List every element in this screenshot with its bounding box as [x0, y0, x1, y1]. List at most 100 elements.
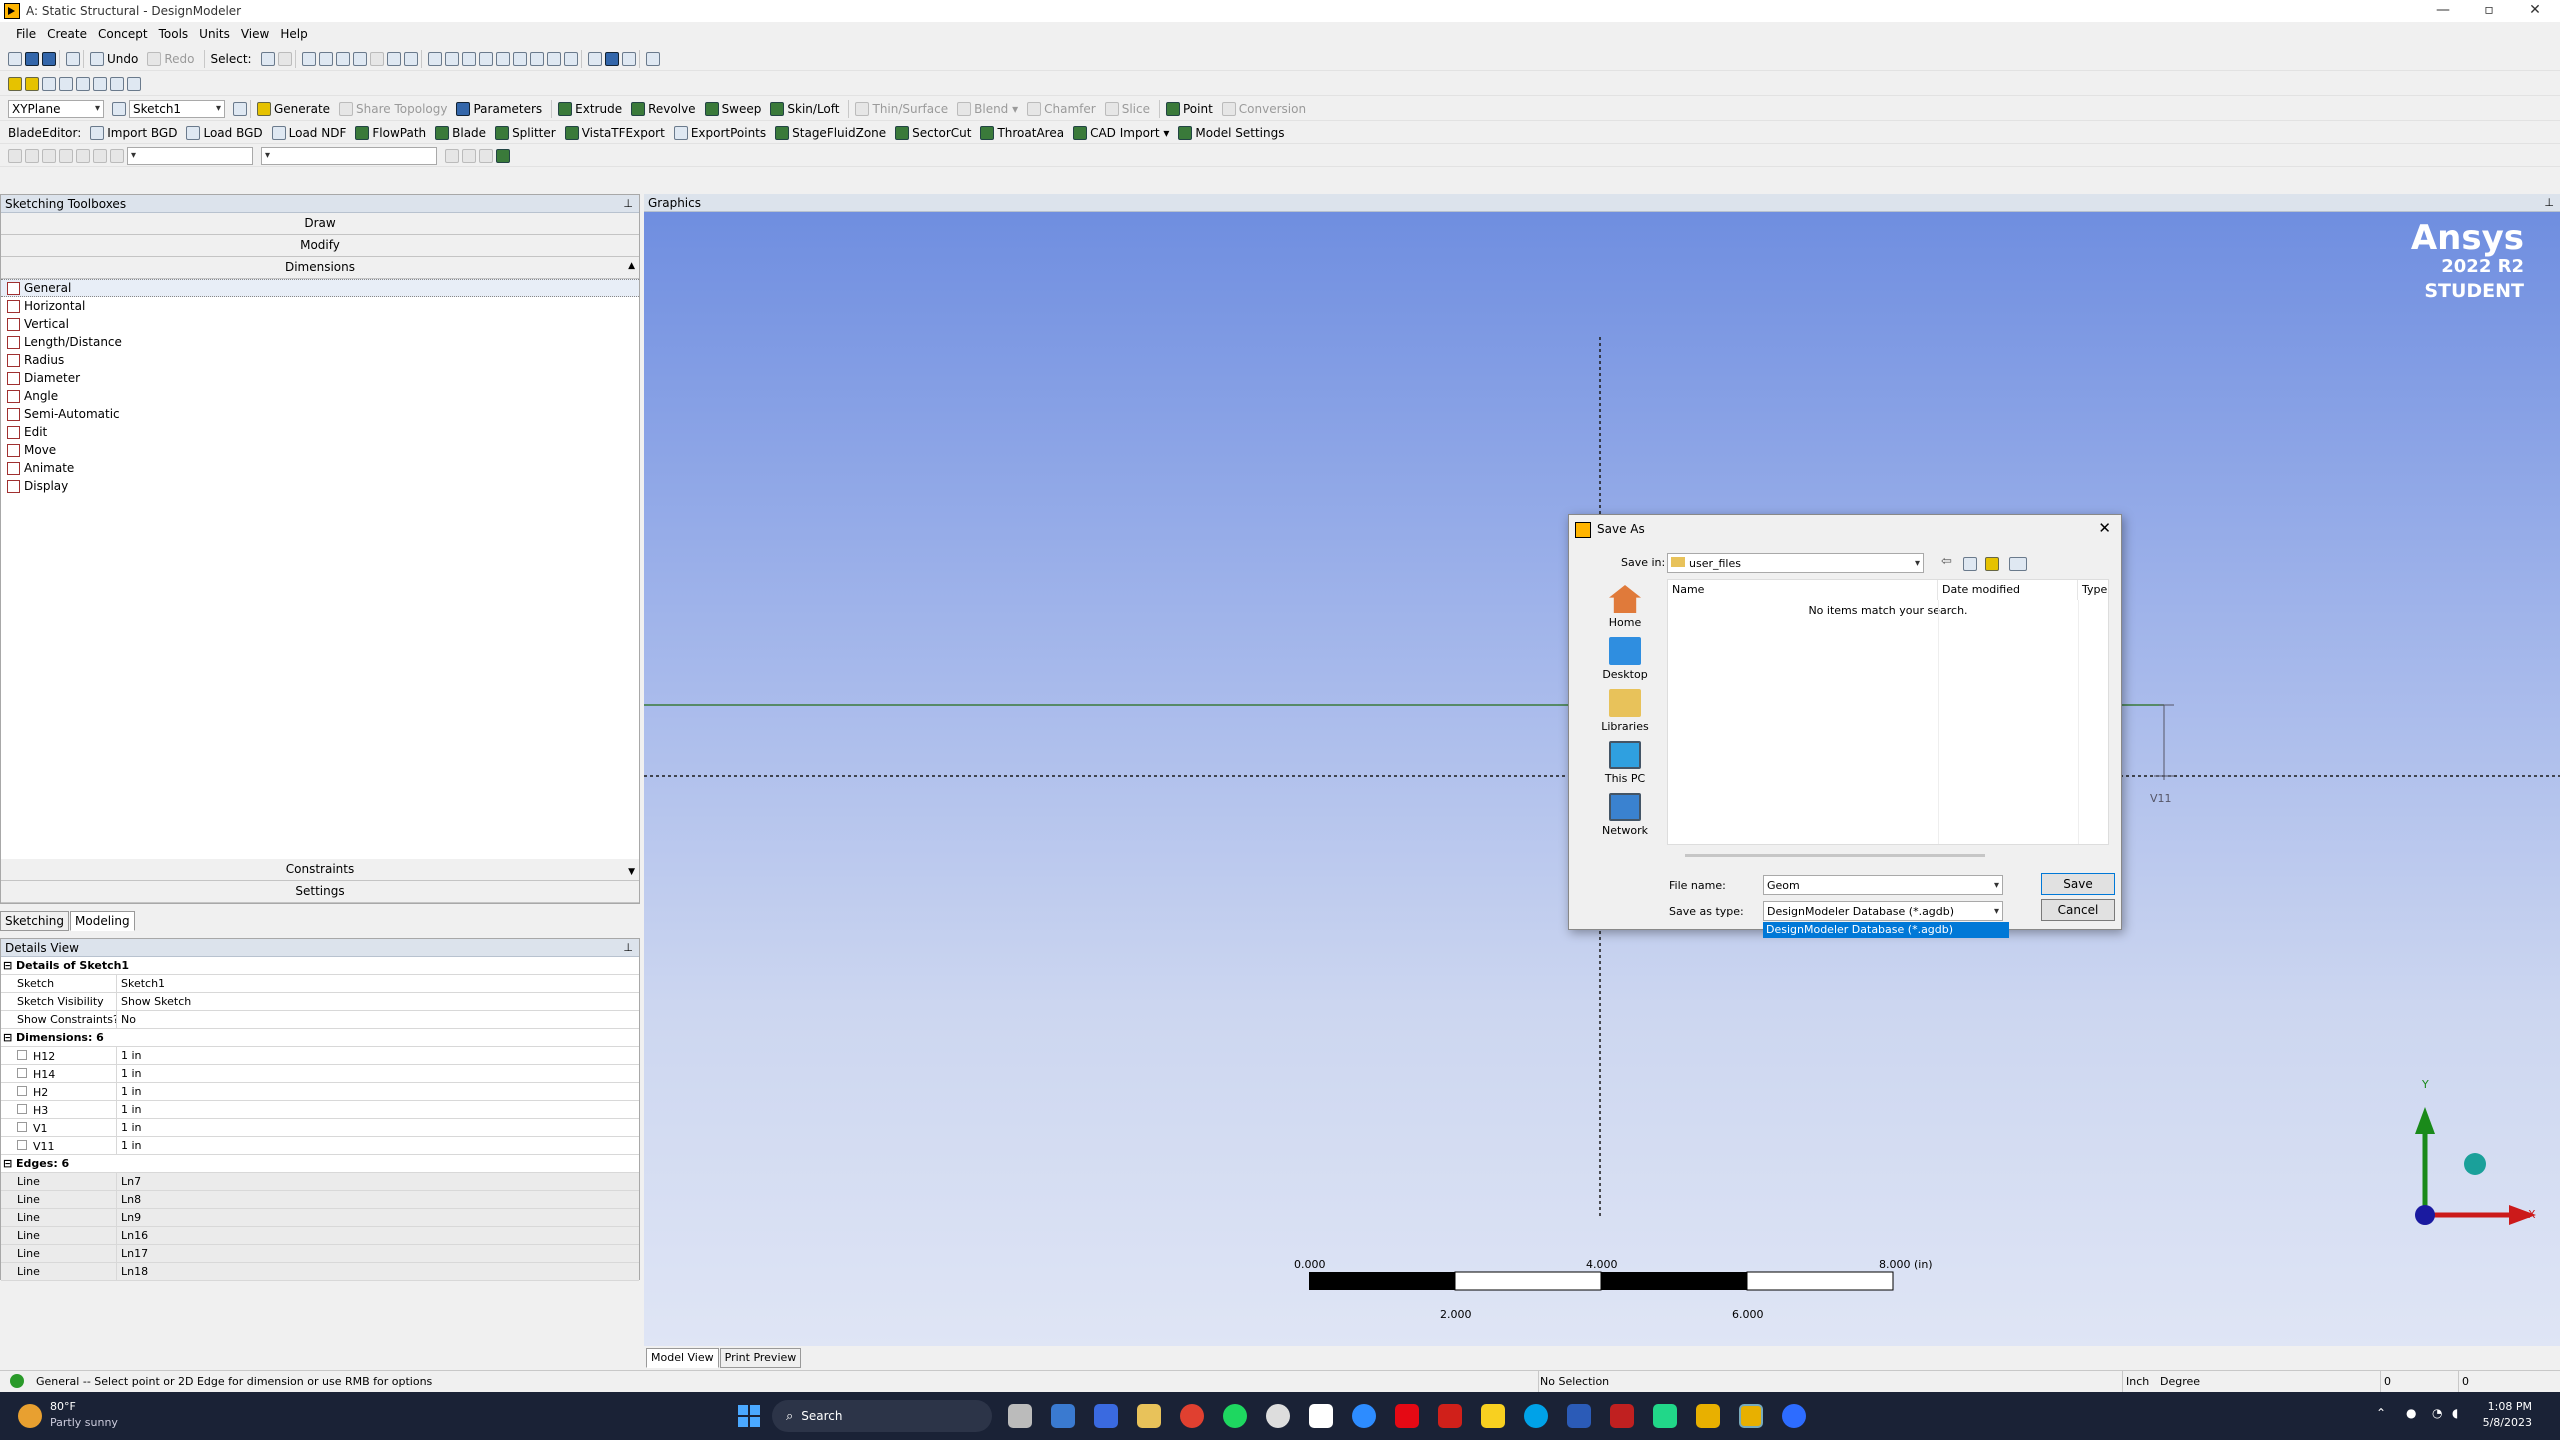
edge-row[interactable]: Line Ln18 [1, 1263, 639, 1281]
probe-icon[interactable] [110, 76, 124, 91]
tool-animate[interactable]: Animate [1, 459, 639, 477]
chamfer-button[interactable]: Chamfer [1027, 99, 1096, 119]
share-topology-button[interactable]: Share Topology [339, 99, 447, 119]
edge-row[interactable]: Line Ln16 [1, 1227, 639, 1245]
sectorcut-button[interactable]: SectorCut [895, 123, 971, 143]
maximize-icon[interactable]: ▫ [2466, 0, 2512, 22]
menu-units[interactable]: Units [199, 27, 230, 41]
menu-view[interactable]: View [241, 27, 269, 41]
sketch-tool-icon[interactable] [8, 148, 22, 163]
skin-loft-button[interactable]: Skin/Loft [770, 99, 839, 119]
generate-button[interactable]: Generate [257, 99, 330, 119]
vistatfexport-button[interactable]: VistaTFExport [564, 123, 665, 143]
redo-button[interactable]: Redo [147, 49, 195, 69]
parameter-checkbox[interactable] [17, 1122, 27, 1132]
menu-file[interactable]: File [16, 27, 36, 41]
edge-joint-icon[interactable] [76, 76, 90, 91]
minimize-icon[interactable]: — [2420, 0, 2466, 22]
details-group-dimensions[interactable]: ⊟ Dimensions: 6 [1, 1029, 639, 1047]
tool-length-distance[interactable]: Length/Distance [1, 333, 639, 351]
wifi-icon[interactable]: ◔ [2432, 1406, 2442, 1420]
flowpath-button[interactable]: FlowPath [355, 123, 426, 143]
tray-chevron-icon[interactable]: ⌃ [2376, 1406, 2386, 1420]
word-icon[interactable] [1567, 1404, 1591, 1428]
edge-row[interactable]: Line Ln9 [1, 1209, 639, 1227]
taskbar-date[interactable]: 5/8/2023 [2482, 1416, 2532, 1429]
dimension-row[interactable]: H3 1 in [1, 1101, 639, 1119]
sketch-tool-icon[interactable] [42, 148, 56, 163]
sketch-tool-icon[interactable] [59, 148, 73, 163]
edge-row[interactable]: Line Ln17 [1, 1245, 639, 1263]
task-view-icon[interactable] [1008, 1404, 1032, 1428]
modify-toolbox-header[interactable]: Modify [1, 235, 639, 257]
settings-toolbox-header[interactable]: Settings [1, 881, 639, 903]
extrude-button[interactable]: Extrude [558, 99, 622, 119]
clock-icon[interactable] [1266, 1404, 1290, 1428]
selection-box-icon[interactable] [386, 51, 401, 66]
dimension-row[interactable]: V1 1 in [1, 1119, 639, 1137]
edge-style-icon[interactable] [42, 76, 56, 91]
parameter-checkbox[interactable] [17, 1050, 27, 1060]
blend-button[interactable]: Blend ▾ [957, 99, 1018, 119]
zoom-meeting-icon[interactable] [1782, 1404, 1806, 1428]
col-type[interactable]: Type [2078, 580, 2107, 600]
pin-icon[interactable]: ⊥ [2544, 196, 2554, 209]
menu-concept[interactable]: Concept [98, 27, 148, 41]
load-bgd-button[interactable]: Load BGD [186, 123, 263, 143]
magnifier-icon[interactable] [512, 51, 527, 66]
dimension-row[interactable]: H2 1 in [1, 1083, 639, 1101]
blade-button[interactable]: Blade [435, 123, 486, 143]
volume-icon[interactable]: ◖ [2452, 1406, 2458, 1420]
sticky-notes-icon[interactable] [1481, 1404, 1505, 1428]
detail-row[interactable]: Sketch Sketch1 [1, 975, 639, 993]
parameter-checkbox[interactable] [17, 1104, 27, 1114]
sketch-tool-icon[interactable] [110, 148, 124, 163]
dimension-row[interactable]: V11 1 in [1, 1137, 639, 1155]
tool-radius[interactable]: Radius [1, 351, 639, 369]
file-list[interactable]: Name Date modified Type No items match y… [1667, 579, 2109, 845]
col-name[interactable]: Name [1668, 580, 1938, 600]
dimension-value[interactable]: 1 in [117, 1047, 639, 1064]
pin-icon[interactable]: ⊥ [623, 197, 633, 210]
menu-create[interactable]: Create [47, 27, 87, 41]
select-face-icon[interactable] [335, 51, 350, 66]
place-home[interactable]: Home [1595, 585, 1655, 629]
place-this-pc[interactable]: This PC [1595, 741, 1655, 785]
weather-icon[interactable] [18, 1404, 42, 1428]
start-icon[interactable] [738, 1405, 760, 1427]
chrome-icon[interactable] [1180, 1404, 1204, 1428]
place-desktop[interactable]: Desktop [1595, 637, 1655, 681]
draw-toolbox-header[interactable]: Draw [1, 213, 639, 235]
mail-icon[interactable] [1051, 1404, 1075, 1428]
workbench-icon[interactable] [1696, 1404, 1720, 1428]
netflix-icon[interactable] [1395, 1404, 1419, 1428]
extend-selection-icon[interactable] [369, 51, 384, 66]
store-icon[interactable] [1094, 1404, 1118, 1428]
dimensions-toolbox-header[interactable]: Dimensions [1, 257, 639, 279]
look-at-icon[interactable] [587, 51, 602, 66]
tab-sketching[interactable]: Sketching [0, 911, 69, 931]
stagefluidzone-button[interactable]: StageFluidZone [775, 123, 886, 143]
save-as-icon[interactable] [42, 51, 56, 66]
tab-modeling[interactable]: Modeling [70, 911, 135, 931]
taskbar-time[interactable]: 1:08 PM [2482, 1400, 2532, 1413]
dimension-value[interactable]: 1 in [117, 1083, 639, 1100]
file-name-input[interactable]: Geom [1763, 875, 2003, 895]
plane-select[interactable]: XYPlane [8, 99, 104, 118]
select-edge-icon[interactable] [318, 51, 333, 66]
dimension-value[interactable]: 1 in [117, 1065, 639, 1082]
save-icon[interactable] [25, 51, 39, 66]
sketch-select[interactable]: Sketch1 [129, 99, 225, 118]
sketch-tool-icon[interactable] [479, 148, 493, 163]
tool-edit[interactable]: Edit [1, 423, 639, 441]
parameter-checkbox[interactable] [17, 1086, 27, 1096]
throatarea-button[interactable]: ThroatArea [980, 123, 1064, 143]
new-plane-icon[interactable] [112, 101, 126, 116]
matlab-icon[interactable] [1610, 1404, 1634, 1428]
details-group-sketch[interactable]: ⊟ Details of Sketch1 [1, 957, 639, 975]
sketch-tool-icon[interactable] [462, 148, 476, 163]
sketch-tool-icon[interactable] [93, 148, 107, 163]
detail-row[interactable]: Show Constraints? No [1, 1011, 639, 1029]
place-libraries[interactable]: Libraries [1595, 689, 1655, 733]
sketch-tool-icon[interactable] [445, 148, 459, 163]
